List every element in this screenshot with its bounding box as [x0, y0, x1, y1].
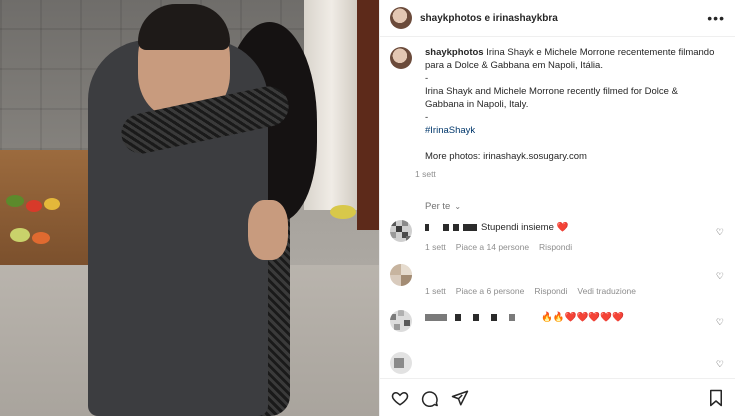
comment-body: 1 sett Piace a 6 persone Rispondi Vedi t…	[425, 264, 710, 296]
caption-separator: -	[425, 73, 429, 84]
fruit	[44, 198, 60, 210]
avatar[interactable]	[390, 220, 412, 242]
hashtag-link[interactable]: #IrinaShayk	[425, 124, 715, 137]
more-icon[interactable]: •••	[707, 10, 725, 26]
comment-line: 🔥🔥❤️❤️❤️❤️❤️	[425, 310, 710, 324]
post-action-bar	[380, 378, 735, 416]
avatar[interactable]	[390, 352, 412, 374]
caption-line-en: Irina Shayk and Michele Morrone recently…	[425, 86, 678, 110]
send-icon[interactable]	[450, 388, 470, 408]
redacted-username	[463, 223, 477, 231]
comment-time: 1 sett	[425, 286, 446, 296]
post-side-panel: shaykphotos e irinashaykbra ••• shaykpho…	[379, 0, 735, 416]
redacted-username	[509, 313, 515, 321]
fruit	[330, 205, 356, 219]
redacted-username	[425, 313, 447, 321]
fruit	[10, 228, 30, 242]
comment-likes[interactable]: Piace a 6 persone	[456, 286, 525, 296]
post-author-names[interactable]: shaykphotos e irinashaykbra	[420, 13, 707, 24]
heart-icon[interactable]: ♡	[716, 227, 724, 238]
heart-icon[interactable]	[390, 388, 410, 408]
redacted-username	[455, 313, 461, 321]
comment-likes[interactable]: Piace a 14 persone	[456, 242, 529, 252]
redacted-username	[473, 313, 479, 321]
instagram-post-view: shaykphotos e irinashaykbra ••• shaykpho…	[0, 0, 735, 416]
comment-body: Stupendi insieme ❤️ 1 sett Piace a 14 pe…	[425, 220, 710, 252]
comment-text: 🔥🔥❤️❤️❤️❤️❤️	[541, 311, 624, 323]
redacted-username	[453, 223, 459, 231]
redacted-username	[425, 223, 429, 231]
caption-username[interactable]: shaykphotos	[425, 47, 484, 58]
caption-text: shaykphotos Irina Shayk e Michele Morron…	[425, 46, 715, 163]
wooden-door	[357, 0, 379, 230]
comment-meta: 1 sett Piace a 14 persone Rispondi	[425, 242, 710, 252]
for-you-label: Per te	[425, 201, 451, 212]
caption-separator: -	[425, 112, 429, 123]
avatar[interactable]	[390, 310, 412, 332]
comment-meta: 1 sett Piace a 6 persone Rispondi Vedi t…	[425, 286, 710, 296]
reply-button[interactable]: Rispondi	[534, 286, 567, 296]
avatar[interactable]	[390, 264, 412, 286]
post-header: shaykphotos e irinashaykbra •••	[380, 0, 735, 37]
comment-text: Stupendi insieme ❤️	[481, 221, 569, 233]
comment-icon[interactable]	[420, 388, 440, 408]
man-hand	[248, 200, 288, 260]
comment-body: 🔥🔥❤️❤️❤️❤️❤️	[425, 310, 710, 332]
bookmark-icon[interactable]	[706, 388, 726, 408]
reply-button[interactable]: Rispondi	[539, 242, 572, 252]
fruit	[32, 232, 50, 244]
caption-time: 1 sett	[415, 169, 436, 179]
fruit	[6, 195, 24, 207]
comment-item: ♡	[380, 352, 735, 374]
for-you-filter[interactable]: Per te ⌄	[425, 201, 735, 212]
heart-icon[interactable]: ♡	[716, 271, 724, 282]
heart-icon[interactable]: ♡	[716, 317, 724, 328]
heart-icon[interactable]: ♡	[716, 359, 724, 370]
see-translation-button[interactable]: Vedi traduzione	[577, 286, 636, 296]
post-photo[interactable]	[0, 0, 379, 416]
redacted-username	[443, 223, 449, 231]
comment-time: 1 sett	[425, 242, 446, 252]
avatar[interactable]	[390, 47, 412, 69]
comment-item: 1 sett Piace a 6 persone Rispondi Vedi t…	[380, 264, 735, 296]
chevron-down-icon: ⌄	[454, 202, 462, 211]
avatar[interactable]	[390, 7, 412, 29]
caption-more-photos: More photos: irinashayk.sosugary.com	[425, 151, 587, 162]
redacted-username	[491, 313, 497, 321]
comment-item: 🔥🔥❤️❤️❤️❤️❤️ ♡	[380, 310, 735, 332]
fruit-stall	[0, 150, 90, 270]
comment-line: Stupendi insieme ❤️	[425, 220, 710, 234]
comments-scroll-area[interactable]: shaykphotos Irina Shayk e Michele Morron…	[380, 38, 735, 378]
comment-item: Stupendi insieme ❤️ 1 sett Piace a 14 pe…	[380, 220, 735, 252]
fruit	[26, 200, 42, 212]
comment-line	[425, 264, 710, 278]
post-caption: shaykphotos Irina Shayk e Michele Morron…	[380, 38, 735, 163]
